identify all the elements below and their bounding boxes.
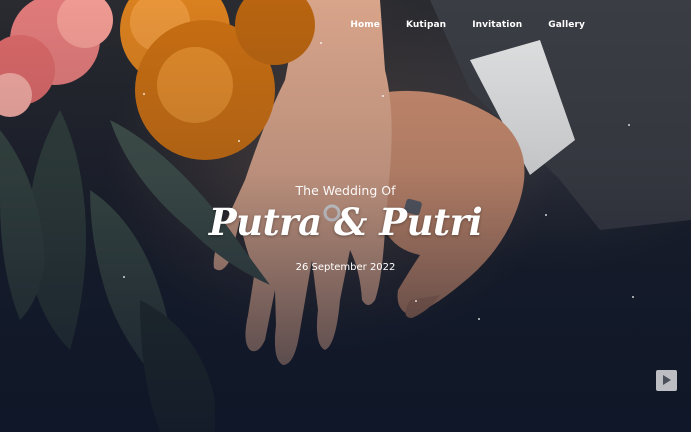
sparkle-dot [478, 318, 480, 320]
hero-subtitle: The Wedding Of [295, 183, 396, 198]
music-play-button[interactable] [656, 370, 677, 391]
sparkle-dot [415, 300, 417, 302]
nav-item-home[interactable]: Home [350, 20, 380, 30]
sparkle-dot [320, 42, 322, 44]
sparkle-dot [238, 140, 240, 142]
nav-item-invitation[interactable]: Invitation [472, 20, 522, 30]
hero-section: Home Kutipan Invitation Gallery The Wedd… [0, 0, 691, 432]
sparkle-dot [382, 95, 384, 97]
sparkle-dot [123, 276, 125, 278]
nav-item-kutipan[interactable]: Kutipan [406, 20, 446, 30]
wedding-date: 26 September 2022 [295, 262, 396, 273]
sparkle-dot [632, 296, 634, 298]
top-nav: Home Kutipan Invitation Gallery [350, 20, 585, 30]
nav-item-gallery[interactable]: Gallery [548, 20, 585, 30]
play-icon [663, 375, 671, 385]
sparkle-dot [628, 124, 630, 126]
couple-names: Putra & Putri [208, 200, 483, 244]
sparkle-dot [143, 93, 145, 95]
